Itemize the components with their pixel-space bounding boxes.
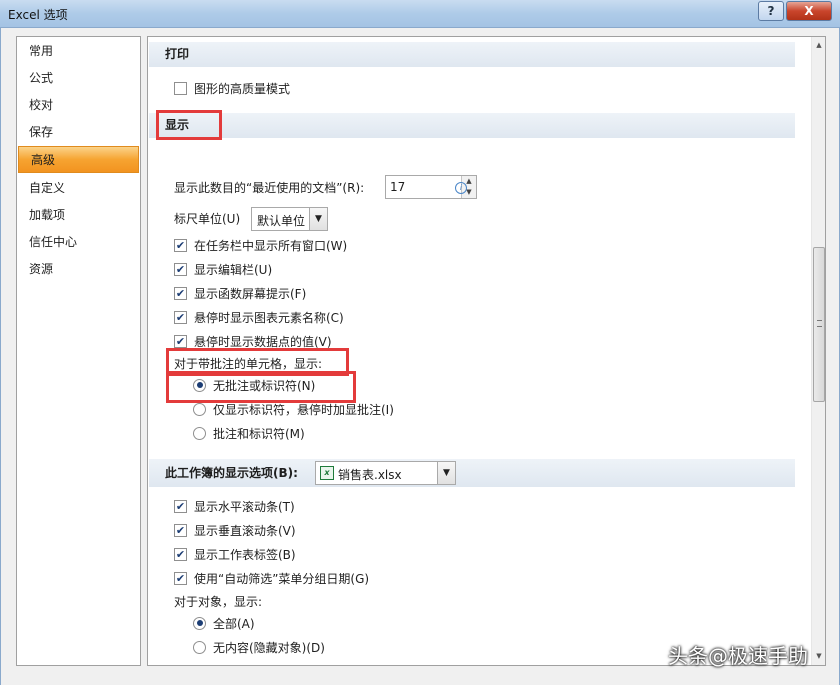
checkbox-checked-icon[interactable]: ✔ [174,238,187,252]
display-option-row[interactable]: ✔ 悬停时显示图表元素名称(C) [174,307,344,327]
object-option-label: 全部(A) [213,616,255,631]
workbook-option-label: 使用“自动筛选”菜单分组日期(G) [194,571,370,586]
comment-option-label: 仅显示标识符，悬停时加显批注(I) [213,402,394,417]
checkbox-checked-icon[interactable]: ✔ [174,334,187,348]
nav-item-addins[interactable]: 加载项 [17,202,140,229]
watermark: 头条@极速手助 [668,644,808,668]
comment-option-comments-and-indicators[interactable]: 批注和标识符(M) [193,423,305,443]
excel-file-icon: x [320,466,334,480]
display-option-label: 在任务栏中显示所有窗口(W) [194,238,348,253]
ruler-units-text: 标尺单位(U) [174,211,241,226]
checkbox-checked-icon[interactable]: ✔ [174,310,187,324]
chevron-down-icon[interactable]: ▼ [309,208,327,230]
section-header-print: 打印 [149,42,795,67]
chevron-down-icon[interactable]: ▼ [437,462,455,484]
recent-docs-label: 显示此数目的“最近使用的文档”(R): [174,177,364,197]
comment-option-label: 批注和标识符(M) [213,426,305,441]
nav-item-customize[interactable]: 自定义 [17,175,140,202]
object-option-all[interactable]: 全部(A) [193,613,255,633]
options-dialog: 常用 公式 校对 保存 高级 自定义 加载项 信任中心 资源 打印 图形的高质量… [0,28,840,685]
display-option-label: 悬停时显示数据点的值(V) [194,334,332,349]
display-option-label: 悬停时显示图表元素名称(C) [194,310,344,325]
ruler-units-label: 标尺单位(U) [174,208,240,228]
display-option-label: 显示编辑栏(U) [194,262,273,277]
display-option-row[interactable]: ✔ 在任务栏中显示所有窗口(W) [174,235,347,255]
radio-icon[interactable] [193,402,206,416]
workbook-header-text: 此工作簿的显示选项(B): [165,466,298,480]
nav-item-advanced[interactable]: 高级 [18,146,139,173]
checkbox-checked-icon[interactable]: ✔ [174,262,187,276]
section-header-display: 显示 [149,113,795,138]
workbook-option-row[interactable]: ✔ 显示工作表标签(B) [174,544,296,564]
high-quality-checkbox[interactable] [174,81,187,95]
workbook-select[interactable]: x 销售表.xlsx ▼ [315,461,456,485]
workbook-option-label: 显示垂直滚动条(V) [194,523,296,538]
section-header-workbook: 此工作簿的显示选项(B): [149,459,795,487]
comment-option-indicator-only[interactable]: 仅显示标识符，悬停时加显批注(I) [193,399,394,419]
display-option-row[interactable]: ✔ 显示函数屏幕提示(F) [174,283,306,303]
radio-selected-icon[interactable] [193,616,206,630]
workbook-select-value: 销售表.xlsx [338,468,402,482]
help-icon: ? [767,4,775,18]
advanced-options-panel: 打印 图形的高质量模式 显示 显示此数目的“最近使用的文档”(R): 17 ▲ … [147,36,826,666]
scroll-up-icon[interactable]: ▲ [812,38,825,52]
grip-icon [817,320,822,327]
help-button[interactable]: ? [758,1,784,21]
workbook-option-label: 显示水平滚动条(T) [194,499,295,514]
vertical-scrollbar[interactable]: ▲ ▼ [811,37,825,665]
close-button[interactable]: X [786,1,832,21]
nav-item-trust-center[interactable]: 信任中心 [17,229,140,256]
window-title: Excel 选项 [8,8,68,22]
ruler-units-select[interactable]: 默认单位 ▼ [251,207,328,231]
ruler-units-value: 默认单位 [257,214,306,228]
display-option-label: 显示函数屏幕提示(F) [194,286,307,301]
object-option-nothing[interactable]: 无内容(隐藏对象)(D) [193,637,325,657]
nav-item-save[interactable]: 保存 [17,119,140,146]
workbook-option-row[interactable]: ✔ 使用“自动筛选”菜单分组日期(G) [174,568,369,588]
high-quality-label: 图形的高质量模式 [194,81,291,96]
checkbox-checked-icon[interactable]: ✔ [174,286,187,300]
recent-docs-text: 显示此数目的“最近使用的文档”(R): [174,180,365,195]
objects-display-label: 对于对象，显示: [174,591,262,611]
workbook-option-row[interactable]: ✔ 显示垂直滚动条(V) [174,520,296,540]
nav-item-common[interactable]: 常用 [17,38,140,65]
nav-item-proofing[interactable]: 校对 [17,92,140,119]
scroll-down-icon[interactable]: ▼ [812,649,825,663]
workbook-option-label: 显示工作表标签(B) [194,547,296,562]
nav-item-resources[interactable]: 资源 [17,256,140,283]
checkbox-checked-icon[interactable]: ✔ [174,499,187,513]
highlight-box-display [156,110,222,140]
checkbox-checked-icon[interactable]: ✔ [174,523,187,537]
info-icon: i [455,182,467,194]
title-bar: Excel 选项 ? X [0,0,840,28]
objects-display-text: 对于对象，显示: [174,594,263,609]
display-option-row[interactable]: ✔ 显示编辑栏(U) [174,259,272,279]
radio-icon[interactable] [193,426,206,440]
radio-icon[interactable] [193,640,206,654]
scrollbar-thumb[interactable] [813,247,825,402]
checkbox-checked-icon[interactable]: ✔ [174,547,187,561]
checkbox-checked-icon[interactable]: ✔ [174,571,187,585]
object-option-label: 无内容(隐藏对象)(D) [213,640,325,655]
recent-docs-value: 17 [390,180,406,194]
category-nav: 常用 公式 校对 保存 高级 自定义 加载项 信任中心 资源 [16,36,141,666]
workbook-option-row[interactable]: ✔ 显示水平滚动条(T) [174,496,295,516]
nav-item-formulas[interactable]: 公式 [17,65,140,92]
close-icon: X [804,4,814,18]
high-quality-graphics-option[interactable]: 图形的高质量模式 [174,78,290,98]
